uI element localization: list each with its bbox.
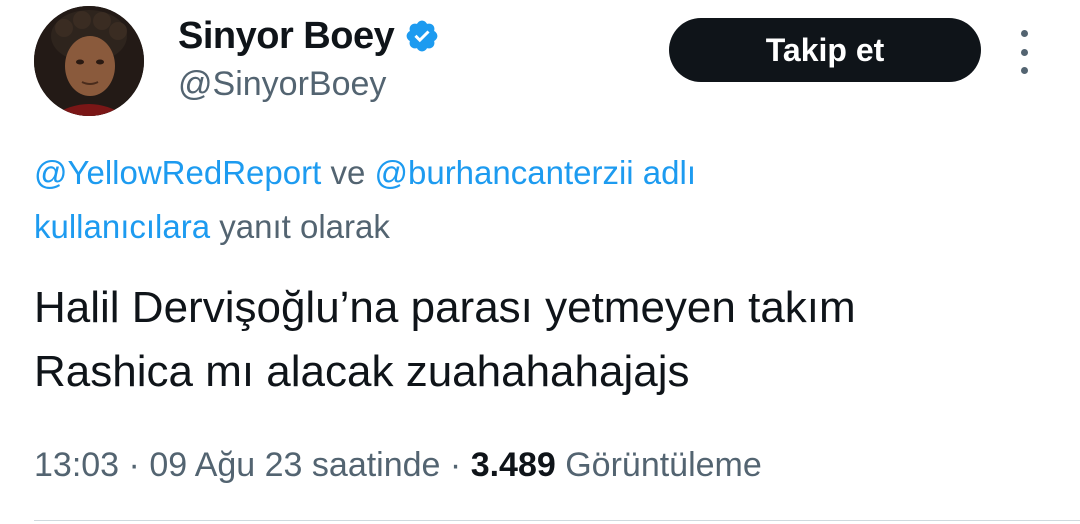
avatar[interactable]	[34, 6, 144, 116]
reply-context: @YellowRedReport ve @burhancanterzii adl…	[34, 146, 1014, 254]
verified-badge-icon[interactable]	[404, 18, 440, 54]
replied-users-link[interactable]: kullanıcılara	[34, 208, 210, 245]
tweet-text-line-1: Halil Dervişoğlu’na parası yetmeyen takı…	[34, 283, 856, 332]
reply-connector: ve	[321, 154, 375, 191]
follow-button[interactable]: Takip et	[669, 18, 981, 82]
tweet-text: Halil Dervişoğlu’na parası yetmeyen takı…	[34, 276, 1044, 404]
more-dot	[1020, 30, 1028, 37]
avatar-photo	[34, 6, 144, 116]
tweet-text-line-2: Rashica mı alacak zuahahahajajs	[34, 347, 690, 396]
views-count: 3.489	[470, 446, 556, 484]
divider	[34, 520, 1080, 521]
views-label: Görüntüleme	[555, 446, 762, 484]
mention-yellowredreport[interactable]: @YellowRedReport	[34, 154, 321, 191]
mention-burhancanterzii[interactable]: @burhancanterzii	[374, 154, 633, 191]
author-handle[interactable]: @SinyorBoey	[178, 62, 386, 106]
meta-separator: ·	[119, 446, 150, 484]
more-dot	[1020, 67, 1028, 74]
tweet-meta: 13:03 · 09 Ağu 23 saatinde · 3.489 Görün…	[34, 440, 762, 490]
more-dot	[1020, 48, 1028, 56]
author-name-row: Sinyor Boey	[178, 12, 440, 60]
tweet-time[interactable]: 13:03	[34, 446, 119, 484]
meta-separator: ·	[440, 446, 471, 484]
reply-tail: yanıt olarak	[210, 208, 390, 245]
tweet-date[interactable]: 09 Ağu 23 saatinde	[149, 446, 440, 484]
more-vertical-icon[interactable]	[1010, 30, 1038, 74]
mention-suffix[interactable]: adlı	[634, 154, 696, 191]
author-display-name[interactable]: Sinyor Boey	[178, 12, 395, 60]
